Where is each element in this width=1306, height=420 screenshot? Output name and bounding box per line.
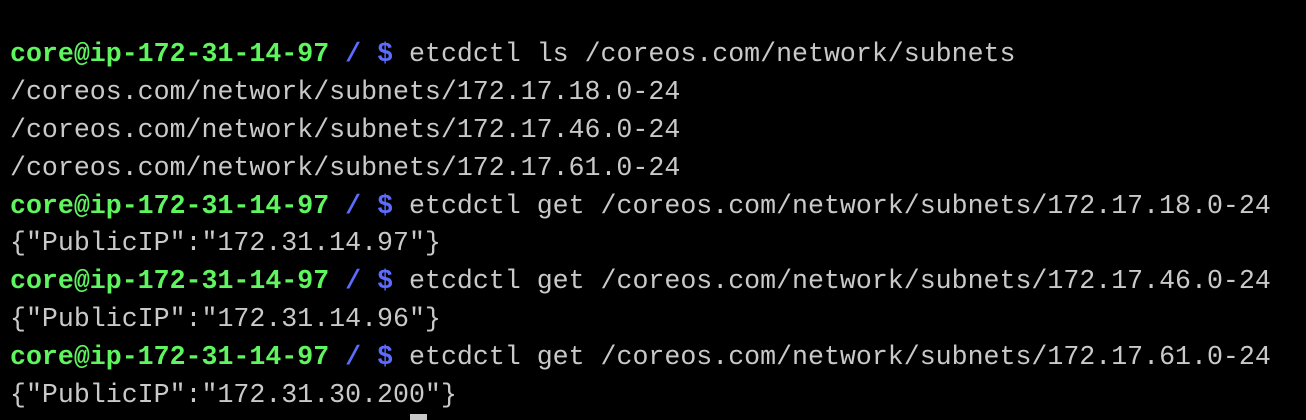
command-line: core@ip-172-31-14-97 / $ etcdctl get /co… xyxy=(10,339,1271,377)
command-text: etcdctl get /coreos.com/network/subnets/… xyxy=(409,266,1271,297)
prompt-user-host: core@ip-172-31-14-97 xyxy=(10,190,330,221)
command-text: etcdctl get /coreos.com/network/subnets/… xyxy=(409,342,1271,373)
prompt-user-host: core@ip-172-31-14-97 xyxy=(10,39,330,69)
prompt-cwd: / xyxy=(345,266,362,297)
terminal-output[interactable]: core@ip-172-31-14-97 / $ etcdctl ls /cor… xyxy=(10,36,1271,415)
command-line: core@ip-172-31-14-97 / $ etcdctl ls /cor… xyxy=(10,36,1271,74)
prompt-symbol: $ xyxy=(377,39,394,69)
output-line: /coreos.com/network/subnets/172.17.46.0-… xyxy=(10,114,681,145)
prompt-cwd: / xyxy=(345,190,362,221)
prompt-symbol: $ xyxy=(377,190,394,221)
output-line: {"PublicIP":"172.31.30.200"} xyxy=(10,380,457,411)
command-line: core@ip-172-31-14-97 / $ etcdctl get /co… xyxy=(10,188,1271,226)
prompt-symbol: $ xyxy=(377,266,394,297)
output-line: /coreos.com/network/subnets/172.17.18.0-… xyxy=(10,76,681,107)
output-line: {"PublicIP":"172.31.14.97"} xyxy=(10,228,441,259)
command-line: core@ip-172-31-14-97 / $ etcdctl get /co… xyxy=(10,263,1271,301)
prompt-cwd: / xyxy=(345,342,362,373)
prompt-user-host: core@ip-172-31-14-97 xyxy=(10,342,330,373)
prompt-user-host: core@ip-172-31-14-97 xyxy=(10,266,330,297)
command-text: etcdctl get /coreos.com/network/subnets/… xyxy=(409,190,1271,221)
output-line: /coreos.com/network/subnets/172.17.61.0-… xyxy=(10,152,681,183)
prompt-symbol: $ xyxy=(377,342,394,373)
command-text: etcdctl ls /coreos.com/network/subnets xyxy=(409,39,1016,69)
prompt-cwd: / xyxy=(345,39,362,69)
text-cursor xyxy=(410,414,427,420)
output-line: {"PublicIP":"172.31.14.96"} xyxy=(10,304,441,335)
